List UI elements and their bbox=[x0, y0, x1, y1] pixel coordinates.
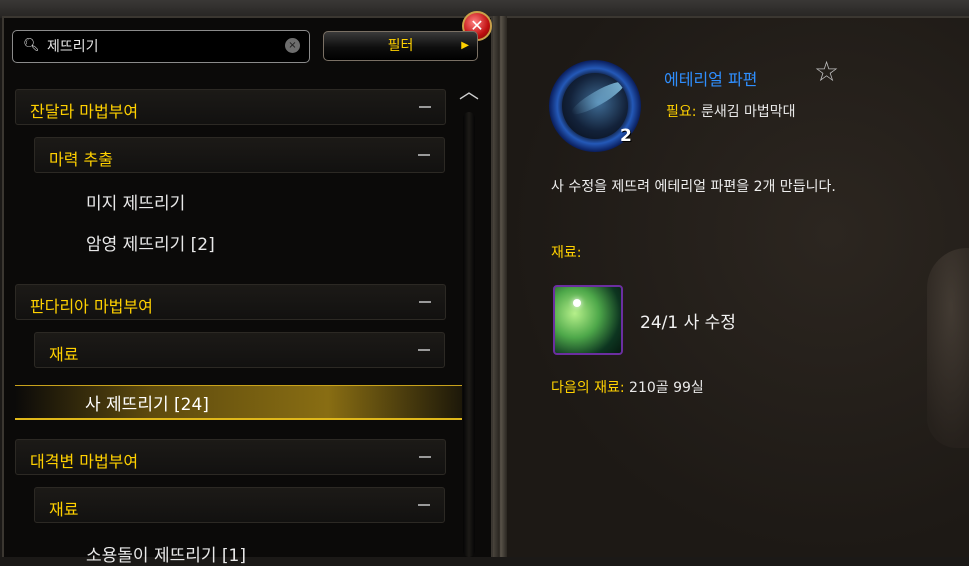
subcategory-materials[interactable]: 재료 bbox=[34, 332, 445, 368]
filter-arrow-icon: ▶ bbox=[461, 40, 469, 51]
requirement-value: 룬새김 마법막대 bbox=[700, 104, 796, 120]
magnifier-icon: 🔍︎ bbox=[23, 38, 40, 53]
filter-button[interactable]: 필터 ▶ bbox=[323, 31, 478, 61]
category-zandalari[interactable]: 잔달라 마법부여 bbox=[15, 89, 446, 125]
panel-divider bbox=[493, 16, 507, 557]
category-pandaria[interactable]: 판다리아 마법부여 bbox=[15, 284, 446, 320]
scrollbar-track[interactable] bbox=[463, 112, 475, 557]
recipe-shadow-disenchant[interactable]: 암영 제뜨리기 [2] bbox=[86, 230, 215, 255]
search-box[interactable]: 🔍︎ × bbox=[12, 30, 310, 63]
requirement-label: 필요: bbox=[666, 104, 697, 120]
collapse-icon bbox=[419, 301, 431, 303]
category-label: 잔달라 마법부여 bbox=[30, 102, 139, 121]
reagent-text: 24/1 사 수정 bbox=[640, 313, 736, 333]
crafted-item-name[interactable]: 에테리얼 파편 bbox=[664, 66, 757, 90]
crafted-item-count: 2 bbox=[620, 126, 632, 146]
sha-crystal-icon[interactable] bbox=[553, 285, 623, 355]
background-statue bbox=[927, 248, 969, 448]
collapse-icon bbox=[418, 504, 430, 506]
star-icon[interactable]: ☆ bbox=[814, 57, 839, 87]
collapse-icon bbox=[418, 154, 430, 156]
reagents-heading: 재료: bbox=[551, 245, 582, 261]
next-rank-value: 210골 99실 bbox=[629, 380, 704, 396]
filter-button-label: 필터 bbox=[387, 38, 414, 54]
subcategory-label: 재료 bbox=[49, 500, 79, 519]
requirement-line: 필요: 룬새김 마법막대 bbox=[666, 101, 796, 121]
subcategory-label: 마력 추출 bbox=[49, 150, 113, 169]
ethereal-shard-icon[interactable] bbox=[562, 73, 628, 139]
clear-search-icon[interactable]: × bbox=[285, 38, 300, 53]
chevron-up-icon[interactable]: ︿ bbox=[455, 80, 483, 102]
subcategory-materials-2[interactable]: 재료 bbox=[34, 487, 445, 523]
category-label: 판다리아 마법부여 bbox=[30, 297, 153, 316]
subcategory-label: 재료 bbox=[49, 345, 79, 364]
recipe-label: 사 제뜨리기 [24] bbox=[85, 395, 209, 415]
collapse-icon bbox=[419, 106, 431, 108]
subcategory-disenchant[interactable]: 마력 추출 bbox=[34, 137, 445, 173]
recipe-vortex-disenchant[interactable]: 소용돌이 제뜨리기 [1] bbox=[86, 541, 246, 566]
category-label: 대격변 마법부여 bbox=[30, 452, 139, 471]
search-input[interactable] bbox=[47, 36, 277, 56]
next-rank-label: 다음의 재료: bbox=[551, 380, 625, 396]
next-rank-line: 다음의 재료: 210골 99실 bbox=[551, 377, 704, 397]
recipe-sha-disenchant-selected[interactable]: 사 제뜨리기 [24] bbox=[15, 385, 462, 420]
recipe-description: 사 수정을 제뜨려 에테리얼 파편을 2개 만듭니다. bbox=[551, 179, 836, 195]
collapse-icon bbox=[418, 349, 430, 351]
collapse-icon bbox=[419, 456, 431, 458]
category-cataclysm[interactable]: 대격변 마법부여 bbox=[15, 439, 446, 475]
recipe-unknown-disenchant[interactable]: 미지 제뜨리기 bbox=[86, 189, 185, 214]
